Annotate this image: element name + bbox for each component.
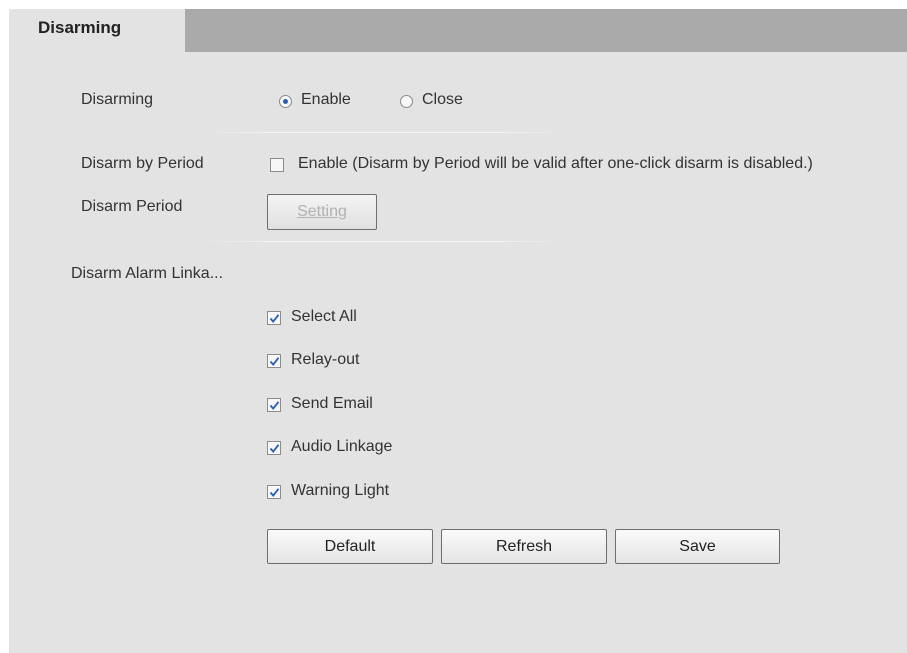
save-button[interactable]: Save (615, 529, 780, 564)
select-all-checkbox[interactable] (267, 311, 281, 325)
disarming-close-radio[interactable] (400, 95, 413, 108)
tab-strip: Disarming (9, 9, 907, 52)
disarming-close-label[interactable]: Close (422, 91, 463, 109)
disarming-label: Disarming (81, 91, 154, 108)
check-icon (269, 314, 280, 324)
audio-linkage-checkbox[interactable] (267, 441, 281, 455)
check-icon (269, 401, 280, 411)
disarming-enable-radio[interactable] (279, 95, 292, 108)
tab-disarming[interactable]: Disarming (9, 9, 185, 52)
disarming-panel: Disarming Disarming Enable Close Disarm … (9, 9, 907, 653)
disarm-alarm-linkage-label: Disarm Alarm Linka... (71, 265, 224, 282)
disarm-by-period-enable-label[interactable]: Enable (Disarm by Period will be valid a… (298, 155, 813, 173)
warning-light-checkbox[interactable] (267, 485, 281, 499)
check-icon (269, 488, 280, 498)
audio-linkage-label[interactable]: Audio Linkage (291, 438, 392, 456)
disarm-by-period-label: Disarm by Period (81, 155, 204, 172)
check-icon (269, 444, 280, 454)
select-all-label[interactable]: Select All (291, 308, 357, 326)
relay-out-checkbox[interactable] (267, 354, 281, 368)
separator (199, 241, 569, 242)
tab-disarming-label: Disarming (38, 18, 122, 37)
disarm-by-period-checkbox[interactable] (270, 158, 284, 172)
check-icon (269, 357, 280, 367)
send-email-label[interactable]: Send Email (291, 395, 373, 413)
separator (199, 132, 569, 133)
relay-out-label[interactable]: Relay-out (291, 351, 359, 369)
disarming-enable-label[interactable]: Enable (301, 91, 351, 109)
send-email-checkbox[interactable] (267, 398, 281, 412)
refresh-button[interactable]: Refresh (441, 529, 607, 564)
default-button[interactable]: Default (267, 529, 433, 564)
disarm-period-label: Disarm Period (81, 198, 183, 215)
warning-light-label[interactable]: Warning Light (291, 482, 389, 500)
setting-button[interactable]: Setting (267, 194, 377, 230)
